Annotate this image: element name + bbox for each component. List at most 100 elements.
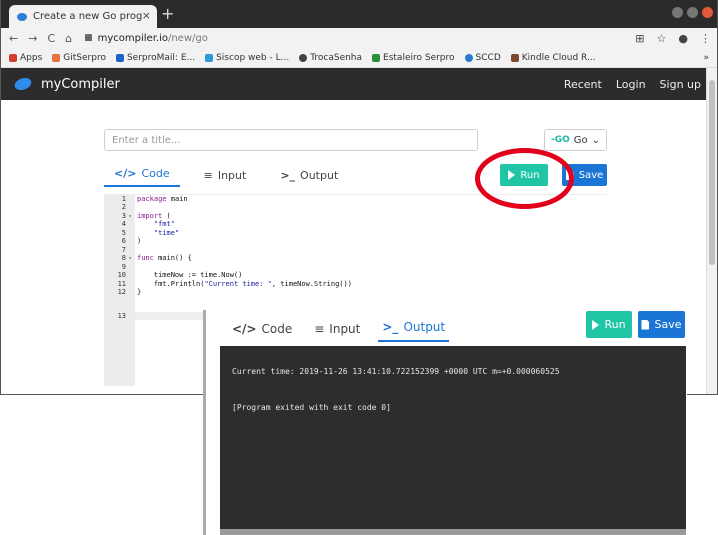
terminal-icon: >_ bbox=[382, 320, 399, 334]
screenshot-stage: Create a new Go program × + ← → C ⌂ ■ my… bbox=[0, 0, 718, 535]
console-scrollbar[interactable] bbox=[220, 529, 686, 535]
fold-icon: ▾ bbox=[128, 255, 132, 262]
language-value: Go bbox=[573, 134, 588, 146]
code-line: func main() { bbox=[137, 254, 192, 262]
line-number: 5 bbox=[121, 229, 126, 237]
tab-input[interactable]: ≡ Input bbox=[194, 169, 257, 187]
sccd-icon bbox=[464, 53, 473, 62]
file-icon bbox=[641, 319, 650, 330]
output-panel-overlay: </> Code ≡ Input >_ Output Run Save Curr… bbox=[203, 310, 687, 535]
line-number: 10 bbox=[117, 271, 126, 279]
bookmarks-bar: Apps GitSerpro SerproMail: E... Siscop w… bbox=[1, 48, 717, 68]
url-host: mycompiler.io bbox=[97, 32, 168, 44]
line-number: 1 bbox=[121, 195, 126, 203]
code-line: "time" bbox=[137, 229, 180, 237]
code-line: "fmt" bbox=[137, 220, 175, 228]
output-line: [Program exited with exit code 0] bbox=[232, 403, 391, 412]
bookmark-serpromail[interactable]: SerproMail: E... bbox=[115, 52, 196, 63]
save-label: Save bbox=[578, 169, 604, 181]
tab-output[interactable]: >_ Output bbox=[378, 320, 450, 342]
new-tab-icon[interactable]: + bbox=[161, 4, 174, 23]
tab-code[interactable]: </> Code bbox=[228, 322, 296, 342]
bookmark-label: Estaleiro Serpro bbox=[383, 52, 455, 63]
bookmark-kindle[interactable]: Kindle Cloud R... bbox=[510, 52, 596, 63]
bookmark-sccd[interactable]: SCCD bbox=[464, 52, 501, 63]
bookmark-label: GitSerpro bbox=[63, 52, 106, 63]
reload-icon[interactable]: C bbox=[47, 32, 55, 45]
browser-tab[interactable]: Create a new Go program × bbox=[9, 5, 157, 28]
siscop-icon bbox=[205, 53, 214, 62]
menu-icon[interactable]: ⋮ bbox=[700, 32, 711, 45]
line-number: 13 bbox=[117, 312, 126, 320]
estaleiro-icon bbox=[372, 53, 381, 62]
translate-icon[interactable]: ⊞ bbox=[635, 32, 644, 45]
editor-tabs: </> Code ≡ Input >_ Output bbox=[104, 165, 362, 187]
account-icon[interactable]: ● bbox=[678, 32, 688, 45]
site-favicon-icon bbox=[17, 12, 27, 21]
bookmark-label: Apps bbox=[20, 52, 43, 63]
mail-icon bbox=[115, 53, 124, 62]
tab-code[interactable]: </> Code bbox=[104, 167, 180, 187]
maximize-icon[interactable] bbox=[687, 7, 698, 18]
save-button[interactable]: Save bbox=[638, 311, 685, 338]
line-number: 3 ▾ bbox=[121, 212, 132, 220]
app-header: myCompiler Recent Login Sign up bbox=[1, 68, 707, 100]
mycompiler-logo-icon[interactable] bbox=[15, 77, 33, 91]
globe-icon bbox=[299, 53, 308, 62]
apps-grid-icon bbox=[9, 53, 17, 62]
save-label: Save bbox=[654, 318, 682, 331]
gitlab-icon bbox=[52, 53, 61, 62]
tab-label: Input bbox=[217, 169, 247, 182]
bookmark-apps[interactable]: Apps bbox=[9, 53, 42, 63]
recent-link[interactable]: Recent bbox=[564, 78, 602, 91]
address-bar[interactable]: ■ mycompiler.io/new/go bbox=[84, 33, 208, 44]
browser-toolbar: ← → C ⌂ ■ mycompiler.io/new/go ⊞ ☆ ● ⋮ bbox=[1, 28, 717, 48]
list-icon: ≡ bbox=[203, 169, 213, 182]
language-select[interactable]: -GO Go ⌄ bbox=[544, 129, 607, 151]
tab-label: Output bbox=[403, 320, 446, 334]
output-panel-tabs: </> Code ≡ Input >_ Output bbox=[228, 313, 463, 342]
tab-label: Code bbox=[261, 322, 293, 336]
line-number: 2 bbox=[121, 203, 126, 211]
bookmark-label: SerproMail: E... bbox=[126, 52, 196, 63]
bookmark-siscop[interactable]: Siscop web - L... bbox=[205, 53, 289, 63]
kindle-icon bbox=[510, 53, 519, 62]
title-input[interactable]: Enter a title... bbox=[104, 129, 478, 151]
signup-link[interactable]: Sign up bbox=[660, 78, 701, 91]
tab-title: Create a new Go program bbox=[33, 11, 143, 22]
bookmark-label: TrocaSenha bbox=[310, 52, 363, 63]
code-icon: </> bbox=[232, 322, 257, 336]
play-icon bbox=[592, 319, 600, 330]
scrollbar-thumb[interactable] bbox=[709, 80, 715, 265]
window-close-icon[interactable] bbox=[702, 7, 713, 18]
tab-label: Input bbox=[329, 322, 361, 336]
fold-icon: ▾ bbox=[128, 213, 132, 220]
back-icon[interactable]: ← bbox=[9, 32, 18, 45]
run-button[interactable]: Run bbox=[586, 311, 632, 338]
login-link[interactable]: Login bbox=[616, 78, 646, 91]
code-line: timeNow := time.Now() bbox=[137, 271, 243, 279]
forward-icon[interactable]: → bbox=[28, 32, 37, 45]
tab-input[interactable]: ≡ Input bbox=[310, 322, 364, 342]
brand-name[interactable]: myCompiler bbox=[41, 77, 120, 92]
bookmark-trocasenha[interactable]: TrocaSenha bbox=[299, 53, 362, 63]
page-scrollbar[interactable] bbox=[706, 68, 717, 394]
tab-strip: Create a new Go program × + bbox=[1, 0, 717, 28]
home-icon[interactable]: ⌂ bbox=[65, 32, 72, 45]
tab-output[interactable]: >_ Output bbox=[270, 169, 348, 187]
bookmark-gitserpro[interactable]: GitSerpro bbox=[52, 53, 106, 63]
line-number: 8 ▾ bbox=[121, 254, 132, 262]
code-line: } bbox=[137, 288, 142, 296]
bookmark-star-icon[interactable]: ☆ bbox=[657, 32, 667, 45]
code-icon: </> bbox=[114, 167, 137, 180]
tab-close-icon[interactable]: × bbox=[142, 9, 151, 22]
go-logo-icon: -GO bbox=[550, 135, 570, 145]
bookmark-estaleiro[interactable]: Estaleiro Serpro bbox=[372, 53, 455, 63]
minimize-icon[interactable] bbox=[672, 7, 683, 18]
bookmark-label: SCCD bbox=[475, 52, 501, 63]
bookmarks-overflow-icon[interactable]: » bbox=[703, 53, 709, 63]
tab-label: Code bbox=[141, 167, 170, 180]
bookmark-label: Kindle Cloud R... bbox=[521, 52, 596, 63]
red-highlight-circle bbox=[475, 148, 574, 209]
run-label: Run bbox=[604, 318, 626, 331]
